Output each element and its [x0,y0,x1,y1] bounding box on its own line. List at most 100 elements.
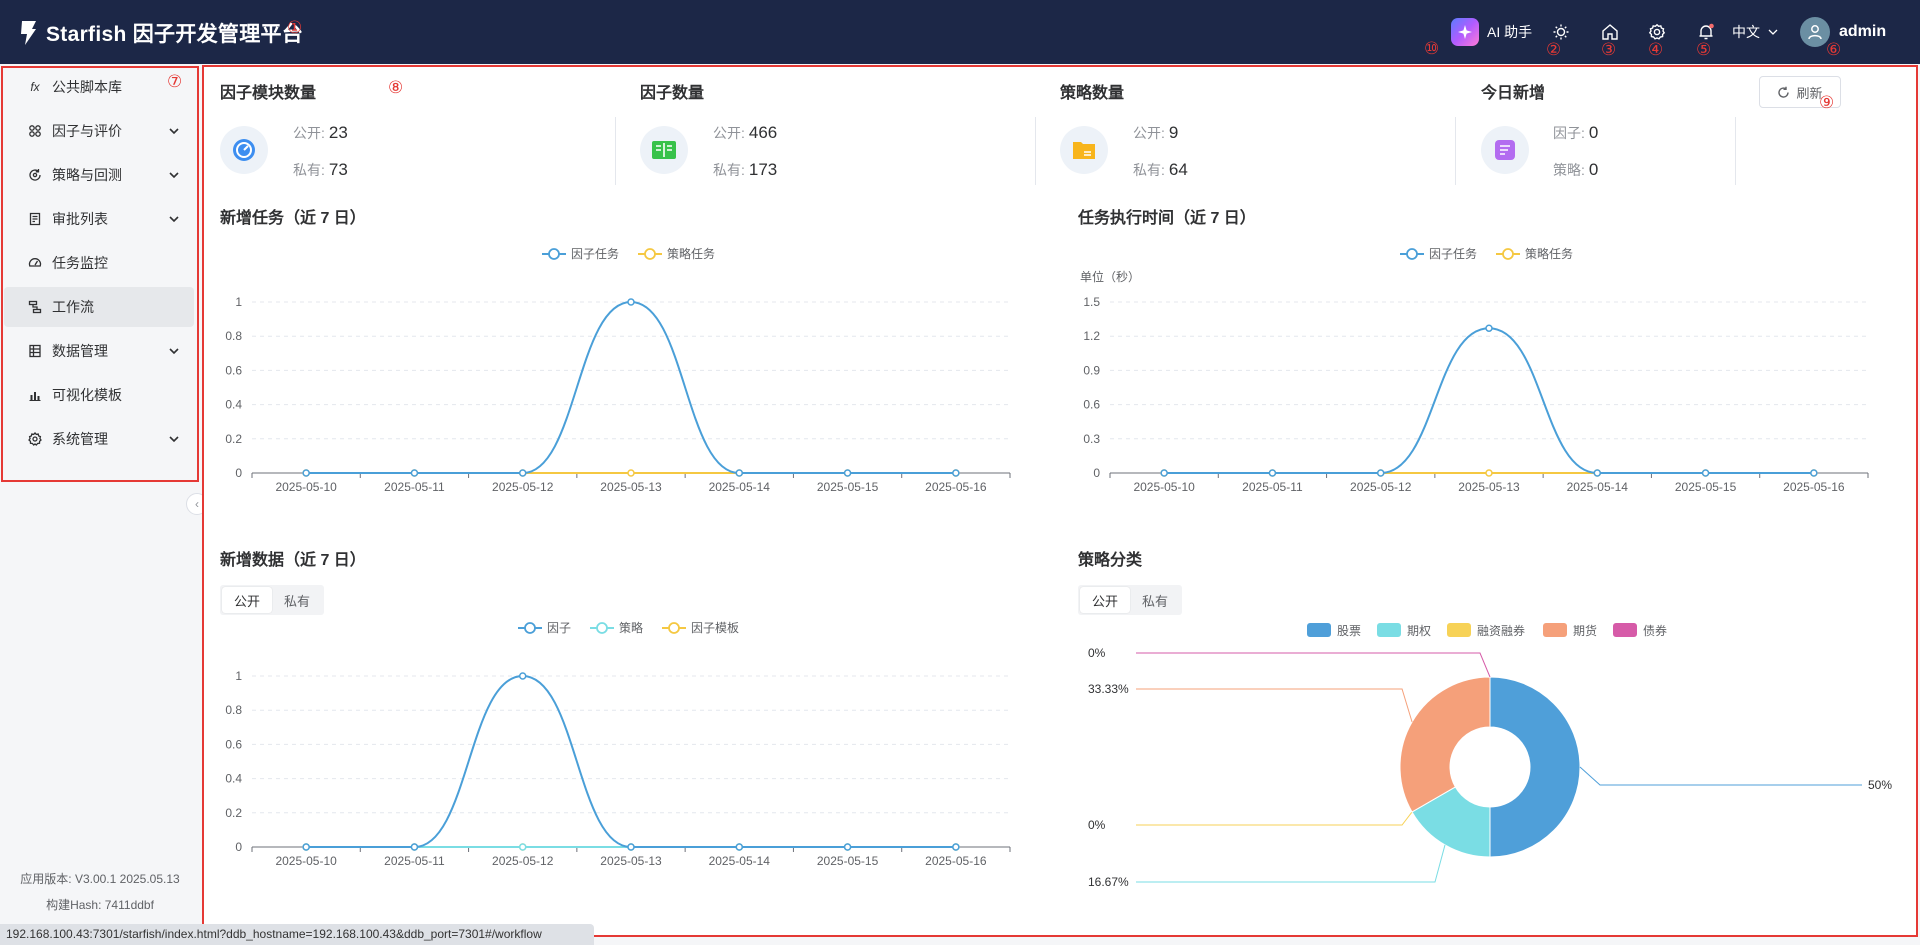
sidebar-item-label: 审批列表 [52,211,108,227]
y-tick-label: 0.2 [225,806,242,820]
stat-today-strategies: 策略: 0 [1553,160,1599,179]
pie-slice [1489,676,1581,858]
fx-icon: fx [30,80,40,94]
sidebar-item-label: 工作流 [52,299,94,315]
table-icon [28,344,42,358]
annotation-2: ② [1546,40,1562,60]
series-line [306,300,956,474]
x-tick-label: 2025-05-14 [709,480,771,494]
annotation-10: ⑩ [1424,39,1440,59]
sidebar-item-label: 任务监控 [52,255,108,271]
build-hash: 构建Hash: 7411ddbf [46,898,154,912]
stat-strategies-title: 策略数量 [1060,85,1125,102]
legend-label: 因子模板 [691,621,739,635]
sidebar-item-label: 数据管理 [52,343,108,359]
y-tick-label: 0.6 [1083,398,1100,412]
stat-value: 73 [328,160,348,179]
data-point [1810,469,1818,477]
sidebar-item-system[interactable]: 系统管理 [4,419,194,459]
nodes-icon [28,124,42,138]
y-tick-label: 0 [235,466,242,480]
data-point [1485,469,1493,477]
folder-icon [1060,126,1108,174]
pie-data-label: 16.67% [1088,875,1129,889]
y-tick-label: 0.2 [225,432,242,446]
pie-label-line [1136,688,1413,723]
home-button[interactable] [1601,23,1619,41]
theme-toggle-button[interactable] [1552,23,1570,41]
chevron-down-icon [169,216,179,223]
y-axis-unit: 单位（秒） [1080,269,1140,284]
sidebar-item-workflow[interactable]: 工作流 [4,287,194,327]
tab-private[interactable]: 私有 [272,587,322,613]
sidebar-item-data-management[interactable]: 数据管理 [4,331,194,371]
chart-new-data-title: 新增数据（近 7 日） [220,552,366,569]
legend-label: 策略 [619,620,643,635]
data-point [302,469,310,477]
language-select[interactable]: 中文 [1732,22,1780,42]
workflow-icon [28,300,42,314]
legend-swatch [1543,623,1567,637]
x-tick-label: 2025-05-11 [384,480,445,494]
legend-swatch [1613,623,1637,637]
legend-label: 期权 [1407,624,1431,638]
x-tick-label: 2025-05-11 [384,854,445,868]
tab-private[interactable]: 私有 [1130,587,1180,613]
stat-value: 0 [1588,160,1599,179]
pie-data-label: 0% [1088,818,1106,832]
sidebar-item-visual-templates[interactable]: 可视化模板 [4,375,194,415]
data-point [518,672,527,680]
y-tick-label: 1 [235,669,242,683]
cycle-icon [28,168,42,182]
x-tick-label: 2025-05-16 [925,854,987,868]
stat-value: 466 [748,123,778,142]
data-point [1376,469,1385,477]
legend-label: 股票 [1337,624,1361,638]
pie-label-line [1136,844,1446,883]
legend-label: 因子 [547,621,571,635]
chevron-down-icon [169,128,179,135]
gear-icon [28,432,42,446]
pie-data-label: 33.33% [1088,682,1129,696]
sidebar-item-public-scripts[interactable]: fx 公共脚本库 [4,67,194,107]
strategy-class-scope-tabs: 公开 私有 [1078,585,1183,615]
notifications-button[interactable] [1697,23,1715,41]
sidebar-item-factors[interactable]: 因子与评价 [4,111,194,151]
data-point [1701,469,1710,477]
annotation-6: ⑥ [1826,40,1842,60]
strategy-class-pie-chart: 股票 期权 融资融券 期货 债券 50% 16.67% 0% 33.33% 0% [1088,623,1892,889]
stat-value: 23 [328,123,348,142]
pie-label-line [1136,811,1413,826]
user-menu[interactable]: admin [1800,17,1886,47]
tab-public[interactable]: 公开 [1080,587,1131,613]
sidebar-item-strategies[interactable]: 策略与回测 [4,155,194,195]
app-logo[interactable]: Starfish 因子开发管理平台 [16,18,303,48]
ai-assistant-button[interactable]: AI 助手 [1451,18,1532,46]
settings-button[interactable] [1648,23,1666,41]
x-tick-label: 2025-05-14 [709,854,771,868]
x-tick-label: 2025-05-13 [600,480,662,494]
stat-factors-public: 公开: 466 [713,123,778,142]
pie-data-label: 0% [1088,646,1106,660]
stat-value: 9 [1168,123,1179,142]
data-point [518,469,527,477]
y-tick-label: 0.3 [1083,432,1100,446]
data-point [843,469,852,477]
data-point [1268,469,1277,477]
legend-swatch [1307,623,1331,637]
chevron-down-icon [169,172,179,179]
x-tick-label: 2025-05-11 [1242,480,1303,494]
data-point [410,469,419,477]
chevron-down-icon [169,348,179,355]
chevron-left-icon: ‹ [195,497,199,511]
data-point [1485,324,1493,332]
stat-value: 0 [1588,123,1599,142]
sidebar-item-approvals[interactable]: 审批列表 [4,199,194,239]
tab-public[interactable]: 公开 [222,587,273,613]
bar-chart-icon [28,388,42,402]
gauge-icon [28,256,42,270]
sidebar-item-task-monitor[interactable]: 任务监控 [4,243,194,283]
sparkle-icon [1451,18,1479,46]
status-url-bar: 192.168.100.43:7301/starfish/index.html?… [0,924,594,945]
annotation-4: ④ [1648,40,1664,60]
